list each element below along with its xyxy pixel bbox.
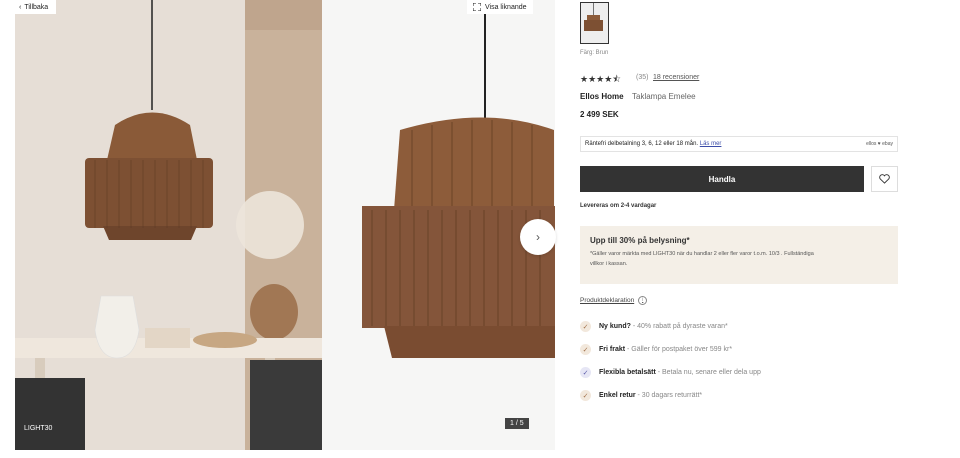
- usp-description: - Gäller för postpaket över 599 kr*: [625, 346, 733, 353]
- usp-text: Fri frakt - Gäller för postpaket över 59…: [599, 346, 732, 353]
- show-similar-label: Visa liknande: [485, 3, 527, 11]
- product-name: Taklampa Emelee: [632, 92, 696, 101]
- product-photo: [322, 0, 555, 450]
- room-scene-illustration: [15, 0, 322, 450]
- usp-item-new-customer: ✓ Ny kund? - 40% rabatt på dyraste varan…: [580, 321, 728, 332]
- financing-banner: Räntefri delbetalning 3, 6, 12 eller 18 …: [580, 136, 898, 152]
- image-counter: 1 / 5: [505, 418, 529, 429]
- usp-title: Fri frakt: [599, 346, 626, 353]
- lamp-thumbnail-icon: [584, 3, 603, 31]
- info-icon[interactable]: i: [638, 296, 648, 305]
- rating-stars: ★★★★⯪: [580, 72, 621, 88]
- campaign-code-badge: LIGHT30: [19, 422, 58, 435]
- promo-text-line-1: *Gäller varor märkta med LIGHT30 när du …: [590, 251, 814, 257]
- product-price: 2 499 SEK: [580, 110, 619, 119]
- back-button[interactable]: ‹ Tillbaka: [15, 0, 57, 14]
- usp-item-free-shipping: ✓ Fri frakt - Gäller för postpaket över …: [580, 344, 732, 355]
- next-image-button[interactable]: ›: [520, 219, 556, 255]
- star-half-icon: ⯪: [612, 74, 621, 84]
- buy-button[interactable]: Handla: [580, 166, 864, 192]
- usp-title: Ny kund?: [599, 323, 631, 330]
- delivery-info: Levereras om 2-4 vardagar: [580, 203, 657, 209]
- financing-text-wrapper: Räntefri delbetalning 3, 6, 12 eller 18 …: [585, 141, 721, 147]
- payment-providers-logo: ellos ♥ ebay: [866, 141, 893, 147]
- star-icon: ★: [580, 74, 589, 84]
- usp-item-flexible-payment: ✓ Flexibla betalsätt - Betala nu, senare…: [580, 367, 761, 378]
- product-image-gallery[interactable]: ‹ Tillbaka Visa liknande › LIGHT30 1 / 5: [15, 0, 556, 450]
- color-label: Färg: Brun: [580, 50, 609, 56]
- usp-text: Ny kund? - 40% rabatt på dyraste varan*: [599, 323, 728, 330]
- product-declaration-label: Produktdeklaration: [580, 297, 635, 304]
- check-icon: ✓: [580, 321, 591, 332]
- chevron-right-icon: ›: [536, 230, 540, 244]
- pendant-lamp-illustration: [362, 0, 555, 358]
- chevron-left-icon: ‹: [19, 3, 22, 11]
- back-button-label: Tillbaka: [24, 3, 49, 11]
- star-icon: ★: [588, 74, 597, 84]
- financing-text: Räntefri delbetalning 3, 6, 12 eller 18 …: [585, 141, 699, 147]
- usp-title: Flexibla betalsätt: [599, 369, 656, 376]
- usp-text: Flexibla betalsätt - Betala nu, senare e…: [599, 369, 761, 376]
- promo-title: Upp till 30% på belysning*: [590, 236, 690, 245]
- reviews-link[interactable]: 18 recensioner: [653, 74, 699, 81]
- expand-icon: [473, 3, 481, 11]
- heart-icon: [879, 174, 890, 184]
- financing-read-more-link[interactable]: Läs mer: [700, 141, 722, 147]
- brand-name[interactable]: Ellos Home: [580, 92, 624, 101]
- check-icon: ✓: [580, 390, 591, 401]
- check-icon: ✓: [580, 367, 591, 378]
- product-declaration-link[interactable]: Produktdeklaration i: [580, 296, 648, 305]
- promo-text-line-2: villkor i kassan.: [590, 261, 628, 267]
- promo-box: Upp till 30% på belysning* *Gäller varor…: [580, 226, 898, 284]
- show-similar-button[interactable]: Visa liknande: [467, 0, 533, 14]
- color-swatch-thumbnail[interactable]: [580, 2, 609, 44]
- usp-description: - 30 dagars returrätt*: [635, 392, 703, 399]
- check-icon: ✓: [580, 344, 591, 355]
- room-photo: [15, 0, 322, 450]
- usp-description: - 40% rabatt på dyraste varan*: [630, 323, 728, 330]
- rating-count: (35): [636, 74, 649, 81]
- usp-description: - Betala nu, senare eller dela upp: [655, 369, 761, 376]
- usp-text: Enkel retur - 30 dagars returrätt*: [599, 392, 702, 399]
- usp-title: Enkel retur: [599, 392, 636, 399]
- usp-item-easy-return: ✓ Enkel retur - 30 dagars returrätt*: [580, 390, 702, 401]
- wishlist-button[interactable]: [871, 166, 898, 192]
